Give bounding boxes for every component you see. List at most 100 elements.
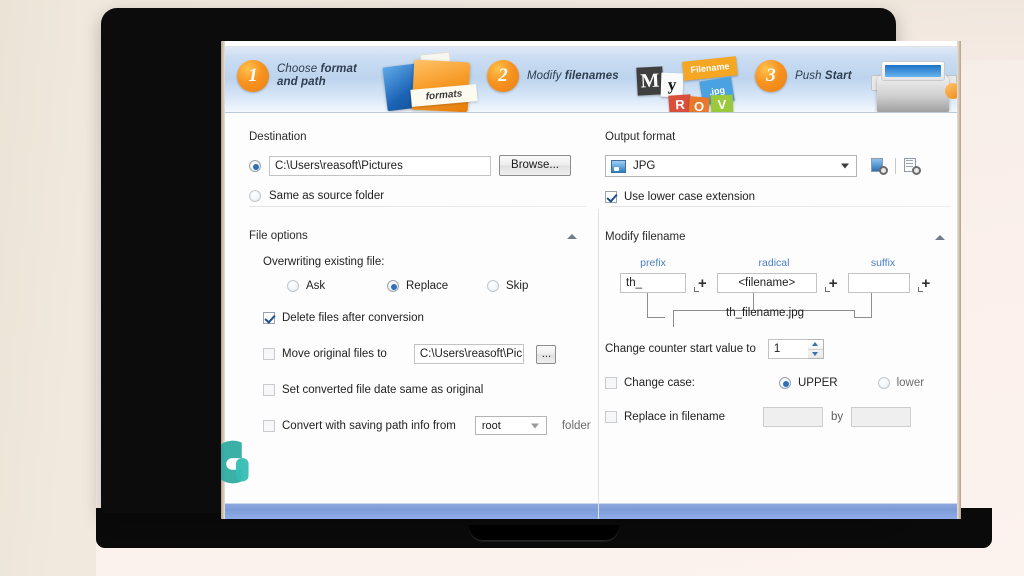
radical-add-button[interactable]: + [824, 276, 838, 292]
set-date-row[interactable]: Set converted file date same as original [263, 384, 591, 396]
tile-letter-o: O [688, 96, 710, 112]
wizard-step-3: 3 Push Start [755, 60, 852, 92]
save-path-row: Convert with saving path info from root … [263, 416, 591, 435]
modify-filename-inputs: th_ + <filename> + + [605, 273, 957, 293]
save-path-checkbox[interactable] [263, 419, 275, 432]
counter-increment-button[interactable] [808, 340, 823, 349]
step-1-number: 1 [237, 60, 269, 92]
image-format-icon [611, 159, 626, 173]
save-path-label: Convert with saving path info from [282, 419, 456, 432]
laptop-lid: 1 Choose format and path formats 2 Modif… [101, 8, 961, 519]
step-2-number: 2 [487, 60, 519, 92]
counter-decrement-button[interactable] [807, 348, 823, 359]
replace-in-filename-label: Replace in filename [624, 411, 726, 423]
destination-path-input[interactable]: C:\Users\reasoft\Pictures [269, 155, 491, 176]
overwrite-ask-radio[interactable] [287, 280, 299, 292]
left-column: Destination C:\Users\reasoft\Pictures Br… [225, 113, 591, 503]
move-original-path-input[interactable]: C:\Users\reasoft\Pic [413, 344, 524, 364]
chevron-down-icon [841, 163, 849, 169]
tile-letter-m: M [636, 66, 664, 96]
output-format-select[interactable]: JPG [605, 155, 857, 177]
output-format-row: JPG [605, 155, 957, 177]
change-case-checkbox[interactable] [605, 377, 617, 389]
case-upper-label: UPPER [797, 377, 838, 389]
delete-after-conversion-row[interactable]: Delete files after conversion [263, 312, 591, 324]
modify-filename-group: Modify filename prefix radical suffix th… [605, 231, 957, 427]
chevron-down-icon [530, 423, 539, 428]
right-column: Output format JPG Use lower case extensi… [591, 113, 957, 503]
tile-letter-y: y [660, 72, 684, 98]
browse-button[interactable]: Browse... [499, 155, 571, 176]
step-1-line1: Choose format [277, 63, 357, 75]
destination-path-row: C:\Users\reasoft\Pictures Browse... [249, 155, 591, 176]
same-as-source-radio[interactable] [249, 190, 261, 202]
backdrop-left-panel [0, 0, 96, 576]
document-settings-icon[interactable] [904, 158, 921, 175]
counter-input[interactable]: 1 [767, 339, 808, 359]
scanner-illustration [863, 53, 957, 112]
replace-in-filename-checkbox[interactable] [605, 411, 617, 423]
step-2-line1: Modify [527, 69, 562, 82]
modify-filename-title: Modify filename [605, 231, 686, 243]
filename-preview: th_filename.jpg [726, 307, 804, 319]
lowercase-extension-row[interactable]: Use lower case extension [605, 191, 957, 203]
overwrite-options-row: Ask Replace Skip [287, 280, 591, 292]
wizard-steps-banner: 1 Choose format and path formats 2 Modif… [225, 47, 957, 113]
filename-tiles-illustration: M y Filename .jpg R O V [636, 53, 757, 112]
scanner-glass [885, 65, 941, 77]
filename-connector-diagram: th_filename.jpg [605, 293, 957, 327]
overwrite-replace-radio[interactable] [387, 280, 399, 292]
suffix-add-button[interactable]: + [917, 276, 930, 292]
replace-from-input[interactable] [763, 407, 824, 427]
move-original-checkbox[interactable] [263, 348, 275, 360]
scene: 1 Choose format and path formats 2 Modif… [0, 0, 1024, 576]
lowercase-extension-checkbox[interactable] [605, 191, 617, 203]
overwrite-option-replace[interactable]: Replace [387, 280, 487, 292]
step-1-emph: format [320, 63, 357, 75]
move-original-row: Move original files to C:\Users\reasoft\… [263, 344, 591, 364]
image-settings-icon[interactable] [871, 158, 888, 175]
counter-stepper[interactable] [807, 339, 824, 359]
suffix-input[interactable] [847, 273, 910, 293]
overwrite-replace-label: Replace [406, 280, 449, 292]
save-path-select[interactable]: root [474, 416, 547, 435]
same-as-source-row[interactable]: Same as source folder [249, 190, 591, 202]
modify-filename-collapse-icon[interactable] [935, 235, 945, 240]
overwrite-skip-radio[interactable] [487, 280, 499, 292]
connector-suffix-vertical [871, 293, 872, 318]
overwrite-option-skip[interactable]: Skip [487, 280, 528, 292]
set-date-label: Set converted file date same as original [282, 384, 484, 396]
change-case-label: Change case: [624, 377, 695, 389]
step-3-line1: Push [795, 69, 822, 82]
move-original-browse-button[interactable]: ... [535, 344, 556, 364]
set-date-checkbox[interactable] [263, 384, 275, 396]
case-lower-radio[interactable] [877, 377, 890, 389]
file-options-collapse-icon[interactable] [567, 234, 577, 239]
status-bar [225, 503, 957, 519]
lowercase-extension-label: Use lower case extension [624, 191, 756, 203]
step-3-label: Push Start [795, 70, 852, 83]
delete-after-conversion-checkbox[interactable] [263, 312, 275, 324]
screen-edge-right [957, 41, 961, 519]
prefix-header: prefix [640, 257, 666, 269]
settings-body: Destination C:\Users\reasoft\Pictures Br… [221, 113, 957, 519]
modify-filename-headers: prefix radical suffix [605, 257, 957, 269]
overwrite-skip-label: Skip [506, 280, 529, 292]
replace-by-label: by [831, 411, 844, 423]
prefix-input[interactable]: th_ [620, 273, 686, 293]
save-path-suffix-label: folder [561, 419, 591, 432]
replace-to-input[interactable] [851, 407, 912, 427]
overwriting-label: Overwriting existing file: [263, 256, 385, 268]
wizard-step-2: 2 Modify filenames [487, 60, 619, 92]
step-3-line2: Start [824, 69, 852, 82]
scanner-knob [945, 83, 957, 99]
counter-row: Change counter start value to 1 [605, 339, 957, 359]
output-format-value: JPG [633, 160, 656, 172]
case-upper-radio[interactable] [778, 377, 791, 389]
overwrite-option-ask[interactable]: Ask [287, 280, 387, 292]
destination-path-radio[interactable] [249, 159, 261, 172]
application-window: 1 Choose format and path formats 2 Modif… [221, 41, 957, 519]
overwrite-ask-label: Ask [306, 280, 326, 292]
prefix-add-button[interactable]: + [694, 276, 707, 292]
radical-input[interactable]: <filename> [716, 273, 817, 293]
